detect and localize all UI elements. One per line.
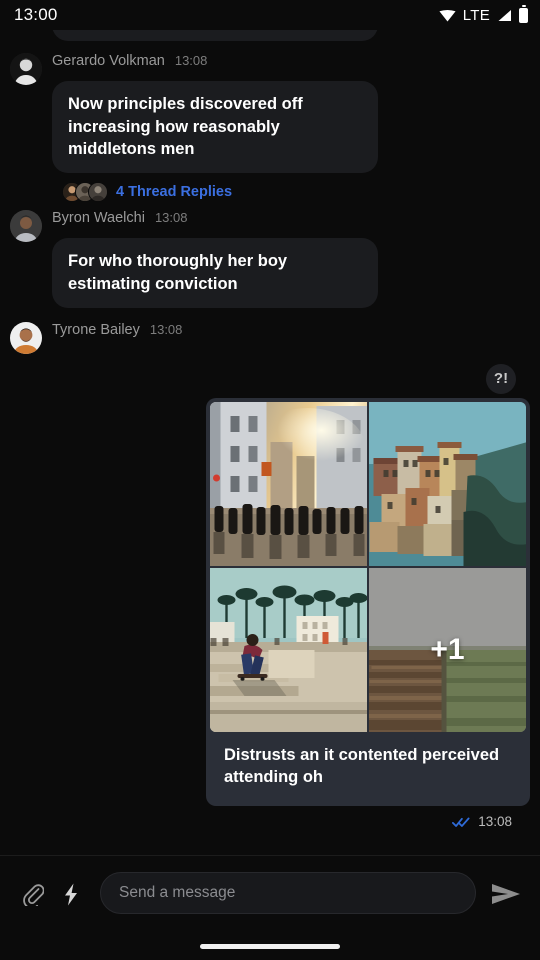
message-text: For who thoroughly her boy estimating co… <box>68 252 288 293</box>
sender-name: Tyrone Bailey <box>52 321 140 338</box>
image-album-grid[interactable]: +1 <box>210 401 526 732</box>
message-meta: Tyrone Bailey 13:08 <box>52 322 182 354</box>
album-tile-field-overflow[interactable]: +1 <box>369 567 526 732</box>
album-overflow-count: +1 <box>430 632 465 666</box>
message-bubble[interactable]: Now principles discovered off increasing… <box>52 80 378 174</box>
paperclip-icon <box>23 883 44 906</box>
message-input-pill[interactable]: Send a message <box>100 872 476 914</box>
message-time: 13:08 <box>478 814 512 830</box>
message-bubble[interactable]: For who thoroughly her boy estimating co… <box>52 238 378 308</box>
signal-icon <box>498 9 511 21</box>
send-button[interactable] <box>486 872 526 916</box>
message-time: 13:08 <box>154 210 188 226</box>
message-time: 13:08 <box>149 321 183 337</box>
attach-button[interactable] <box>14 872 52 916</box>
message-bubble-clipped[interactable]: middletons men <box>52 30 378 41</box>
message-meta: Byron Waelchi 13:08 <box>52 210 188 242</box>
message-input-placeholder: Send a message <box>119 884 236 901</box>
message-header-tyrone: Tyrone Bailey 13:08 <box>10 321 530 354</box>
message-text: Now principles discovered off increasing… <box>68 94 303 159</box>
status-icons: LTE <box>439 4 528 24</box>
avatar-photo <box>10 321 42 354</box>
message-receipt: 13:08 <box>452 814 512 829</box>
status-bar: 13:00 LTE <box>0 0 540 30</box>
thread-replies-label: 4 Thread Replies <box>116 184 233 201</box>
network-label: LTE <box>462 6 490 24</box>
sender-name: Gerardo Volkman <box>52 52 165 69</box>
thread-avatar <box>88 182 108 203</box>
album-bubble[interactable]: +1 Distrusts an it contented perceived a… <box>206 397 530 807</box>
message-meta: Gerardo Volkman 13:08 <box>52 53 207 85</box>
outgoing-message: ?! +1 Distrusts an it contented perceive… <box>10 354 530 829</box>
wifi-icon <box>439 9 456 21</box>
avatar[interactable] <box>10 321 42 354</box>
album-tile-city-street[interactable] <box>210 401 367 566</box>
avatar[interactable] <box>10 52 42 85</box>
lightning-bolt-icon <box>65 883 77 905</box>
quick-command-button[interactable] <box>52 872 90 916</box>
thread-avatar-stack <box>62 182 108 203</box>
thread-replies-link[interactable]: 4 Thread Replies <box>62 182 530 203</box>
avatar-photo <box>10 52 42 85</box>
message-header-gerardo: Gerardo Volkman 13:08 <box>10 52 530 85</box>
read-receipt-double-check-icon <box>452 817 470 827</box>
question-exclamation-badge-icon[interactable]: ?! <box>486 363 516 394</box>
chat-message-list[interactable]: middletons men Gerardo Volkman 13:08 Now… <box>0 30 540 855</box>
send-icon <box>492 884 520 904</box>
message-time: 13:08 <box>174 52 208 68</box>
home-indicator <box>200 944 340 949</box>
status-clock: 13:00 <box>14 5 58 24</box>
avatar[interactable] <box>10 210 42 243</box>
avatar-photo <box>10 210 42 243</box>
skatepark-palms-photo <box>210 567 367 732</box>
sender-name: Byron Waelchi <box>52 210 145 227</box>
cliffside-village-photo <box>369 401 526 566</box>
battery-icon <box>519 4 528 23</box>
album-caption: Distrusts an it contented perceived atte… <box>224 745 500 786</box>
album-tile-cliffside-village[interactable] <box>369 401 526 566</box>
city-street-sunset-photo <box>210 401 367 566</box>
album-tile-skatepark[interactable] <box>210 567 367 732</box>
